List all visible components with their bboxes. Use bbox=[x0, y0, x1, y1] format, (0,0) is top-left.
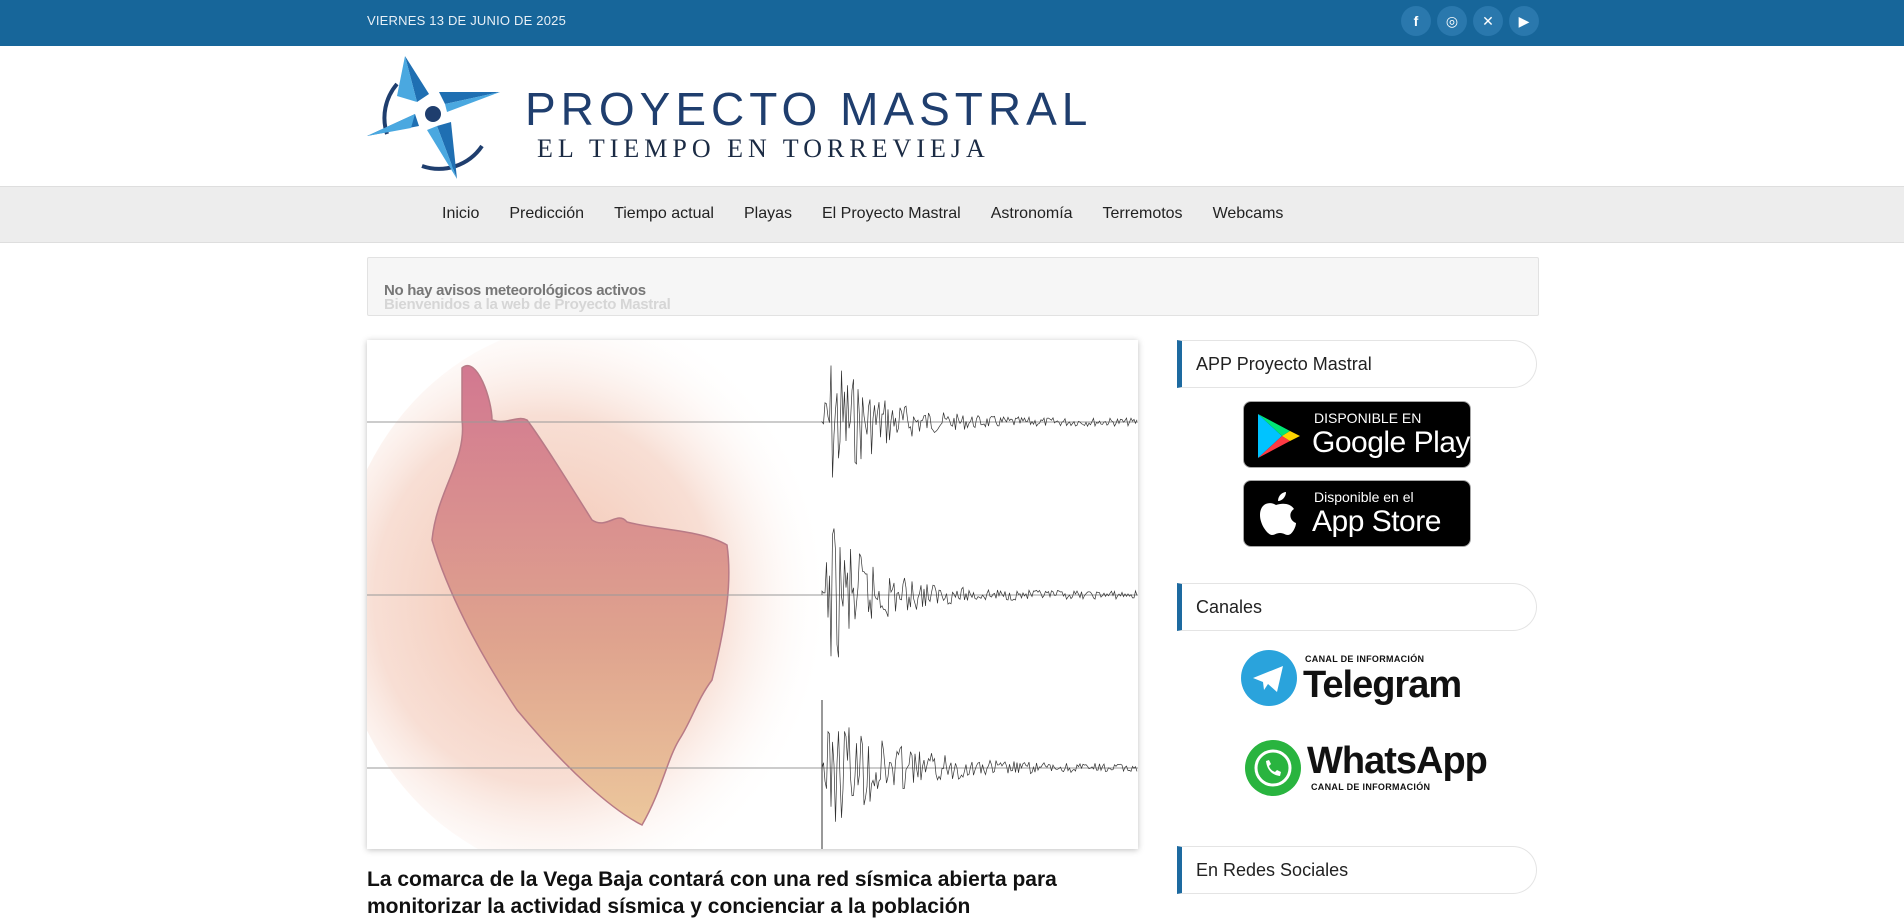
seismogram-trace bbox=[821, 727, 1138, 822]
telegram-channel-link[interactable]: CANAL DE INFORMACIÓN Telegram bbox=[1241, 646, 1473, 708]
youtube-icon[interactable]: ▶ bbox=[1509, 6, 1539, 36]
sidebar-app-heading: APP Proyecto Mastral bbox=[1177, 340, 1537, 388]
nav-terremotos[interactable]: Terremotos bbox=[1103, 205, 1183, 223]
seismic-map-illustration bbox=[367, 340, 1138, 849]
nav-inicio[interactable]: Inicio bbox=[442, 205, 479, 223]
whatsapp-channel-link[interactable]: WhatsApp CANAL DE INFORMACIÓN bbox=[1241, 736, 1488, 798]
app-store-button[interactable]: Disponible en el App Store bbox=[1243, 480, 1471, 547]
article-headline[interactable]: La comarca de la Vega Baja contará con u… bbox=[367, 866, 1147, 920]
main-navigation: Inicio Predicción Tiempo actual Playas E… bbox=[0, 186, 1904, 243]
social-links: f ◎ ✕ ▶ bbox=[1401, 6, 1539, 36]
google-play-big-text: Google Play bbox=[1312, 426, 1470, 459]
whatsapp-icon bbox=[1245, 740, 1301, 796]
site-logo[interactable]: PROYECTO MASTRAL EL TIEMPO EN TORREVIEJA bbox=[367, 54, 1087, 179]
nav-prediccion[interactable]: Predicción bbox=[509, 205, 584, 223]
x-icon[interactable]: ✕ bbox=[1473, 6, 1503, 36]
nav-el-proyecto-mastral[interactable]: El Proyecto Mastral bbox=[822, 205, 961, 223]
sidebar-social-heading: En Redes Sociales bbox=[1177, 846, 1537, 894]
apple-icon bbox=[1260, 492, 1296, 535]
app-store-small-text: Disponible en el bbox=[1314, 489, 1414, 505]
facebook-icon[interactable]: f bbox=[1401, 6, 1431, 36]
google-play-button[interactable]: DISPONIBLE EN Google Play bbox=[1243, 401, 1471, 468]
seismogram-trace bbox=[821, 528, 1138, 658]
nav-tiempo-actual[interactable]: Tiempo actual bbox=[614, 205, 714, 223]
nav-astronomia[interactable]: Astronomía bbox=[991, 205, 1073, 223]
telegram-small-text: CANAL DE INFORMACIÓN bbox=[1305, 654, 1425, 664]
telegram-big-text: Telegram bbox=[1303, 664, 1462, 706]
instagram-icon[interactable]: ◎ bbox=[1437, 6, 1467, 36]
sidebar-channels-heading: Canales bbox=[1177, 583, 1537, 631]
nav-webcams[interactable]: Webcams bbox=[1213, 205, 1284, 223]
nav-playas[interactable]: Playas bbox=[744, 205, 792, 223]
weather-alerts-ticker: No hay avisos meteorológicos activos Bie… bbox=[367, 257, 1539, 316]
google-play-icon bbox=[1258, 414, 1300, 458]
alert-line-next: Bienvenidos a la web de Proyecto Mastral bbox=[384, 296, 671, 313]
whatsapp-small-text: CANAL DE INFORMACIÓN bbox=[1311, 782, 1431, 792]
top-bar: VIERNES 13 DE JUNIO DE 2025 f ◎ ✕ ▶ bbox=[0, 0, 1904, 46]
featured-article-image[interactable] bbox=[367, 340, 1138, 849]
star-logo-icon bbox=[367, 56, 500, 179]
logo-subtitle: EL TIEMPO EN TORREVIEJA bbox=[537, 134, 990, 163]
logo-title: PROYECTO MASTRAL bbox=[525, 83, 1093, 135]
telegram-icon bbox=[1241, 650, 1297, 706]
current-date: VIERNES 13 DE JUNIO DE 2025 bbox=[367, 13, 567, 28]
whatsapp-big-text: WhatsApp bbox=[1307, 740, 1488, 782]
app-store-big-text: App Store bbox=[1312, 505, 1441, 538]
google-play-small-text: DISPONIBLE EN bbox=[1314, 410, 1422, 426]
